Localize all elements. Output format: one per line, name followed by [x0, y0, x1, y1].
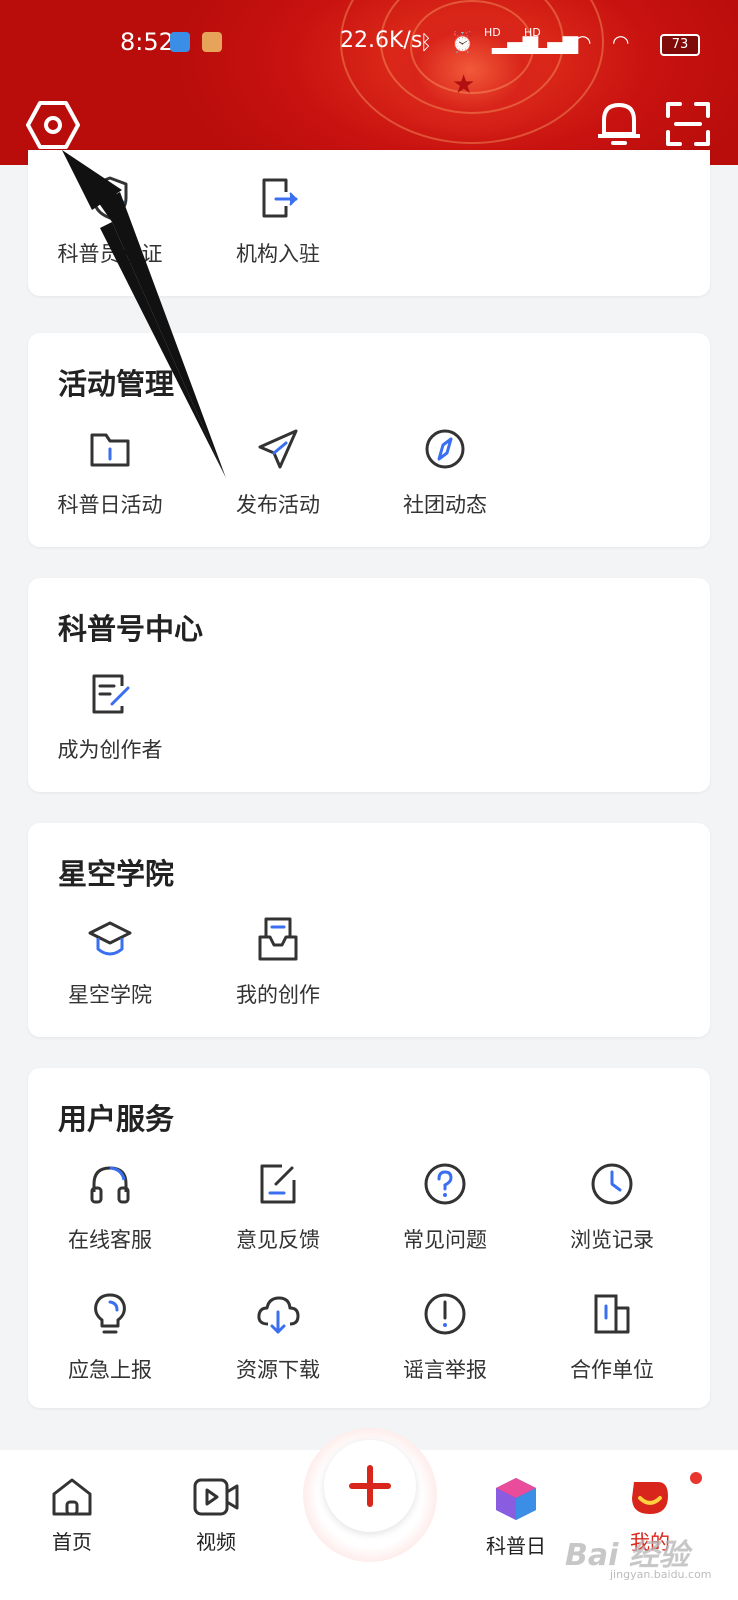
item-starry-academy[interactable]: 星空学院	[30, 915, 190, 1025]
building-icon	[594, 1294, 630, 1334]
item-my-creations[interactable]: 我的创作	[198, 915, 358, 1025]
cube-logo-icon	[496, 1478, 536, 1520]
section-title: 用户服务	[58, 1102, 175, 1136]
item-label: 在线客服	[68, 1228, 152, 1252]
item-label: 常见问题	[403, 1228, 487, 1252]
exclamation-icon	[424, 1293, 466, 1335]
settings-button[interactable]	[26, 100, 80, 150]
network-speed: 22.6K/s	[340, 28, 423, 53]
item-label: 浏览记录	[570, 1228, 654, 1252]
item-rumor-report[interactable]: 谣言举报	[365, 1290, 525, 1400]
card-account-center: 科普号中心 成为创作者	[28, 578, 710, 792]
item-label: 意见反馈	[236, 1228, 320, 1252]
card-activity: 活动管理 科普日活动 发布活动 社团动态	[28, 333, 710, 547]
folder-icon	[90, 433, 130, 467]
item-label: 应急上报	[68, 1358, 152, 1382]
nav-label: 视频	[196, 1530, 236, 1554]
nav-home[interactable]: 首页	[22, 1476, 122, 1555]
section-title: 星空学院	[58, 857, 175, 891]
edit-document-icon	[92, 674, 130, 714]
video-icon	[193, 1478, 239, 1516]
item-faq[interactable]: 常见问题	[365, 1160, 525, 1270]
item-label: 星空学院	[68, 983, 152, 1007]
home-icon	[52, 1478, 92, 1516]
bluetooth-icon: ᛒ	[420, 30, 432, 54]
item-club-news[interactable]: 社团动态	[365, 425, 525, 535]
notification-button[interactable]	[597, 100, 641, 146]
item-partners[interactable]: 合作单位	[532, 1290, 692, 1400]
nav-science-day[interactable]: 科普日	[466, 1476, 566, 1559]
settings-hexagon-icon	[26, 101, 80, 149]
card-academy: 星空学院 星空学院 我的创作	[28, 823, 710, 1037]
section-title: 科普号中心	[58, 612, 204, 646]
nav-label: 首页	[52, 1530, 92, 1554]
item-label: 发布活动	[236, 493, 320, 517]
clock-icon	[591, 1163, 633, 1205]
plus-icon	[349, 1465, 391, 1507]
item-label: 合作单位	[570, 1358, 654, 1382]
item-label: 科普日活动	[57, 493, 163, 517]
app-header: ★ 8:52 22.6K/s ᛒ ⏰ HD ▂▄▆ HD ▂▄▆ ◠ ◠ 73	[0, 0, 738, 165]
status-time: 8:52	[120, 28, 174, 56]
scan-icon	[666, 102, 710, 146]
item-feedback[interactable]: 意见反馈	[198, 1160, 358, 1270]
nav-publish-button[interactable]	[324, 1440, 416, 1532]
item-history[interactable]: 浏览记录	[532, 1160, 692, 1270]
app-notification-icon	[170, 32, 190, 52]
star-emblem-icon: ★	[452, 70, 476, 100]
nav-label: 科普日	[486, 1534, 546, 1558]
item-label: 谣言举报	[403, 1358, 487, 1382]
graduation-cap-icon	[88, 921, 132, 956]
item-label: 社团动态	[403, 493, 487, 517]
document-enter-icon	[262, 178, 298, 218]
paper-plane-icon	[258, 429, 298, 469]
shield-user-icon	[92, 176, 128, 220]
alarm-icon: ⏰	[450, 30, 475, 54]
battery-indicator: 73	[660, 34, 700, 56]
profile-mascot-icon	[632, 1482, 668, 1514]
item-resource-download[interactable]: 资源下载	[198, 1290, 358, 1400]
wifi-icon: ◠	[574, 30, 592, 54]
item-certification[interactable]: 科普员认证	[30, 174, 190, 284]
item-emergency-report[interactable]: 应急上报	[30, 1290, 190, 1400]
question-icon	[424, 1163, 466, 1205]
scan-button[interactable]	[666, 102, 710, 146]
cloud-download-icon	[257, 1296, 300, 1334]
bell-icon	[597, 103, 641, 145]
lightbulb-icon	[94, 1293, 126, 1334]
feedback-icon	[260, 1164, 296, 1204]
nav-video[interactable]: 视频	[166, 1476, 266, 1555]
section-title: 活动管理	[58, 367, 175, 401]
item-science-day-activity[interactable]: 科普日活动	[30, 425, 190, 535]
item-label: 科普员认证	[57, 242, 163, 266]
item-institution[interactable]: 机构入驻	[198, 174, 358, 284]
item-become-creator[interactable]: 成为创作者	[30, 670, 190, 780]
compass-icon	[425, 429, 465, 469]
watermark-url: jingyan.baidu.com	[610, 1568, 712, 1581]
card-user-service: 用户服务 在线客服 意见反馈 常见问题 浏览记录 应急上报 资源下载 谣言举报 …	[28, 1068, 710, 1408]
headset-icon	[90, 1166, 130, 1204]
notification-badge	[690, 1472, 702, 1484]
wifi-icon: ◠	[612, 30, 630, 54]
card-certification: 科普员认证 机构入驻	[28, 150, 710, 296]
app-notification-icon	[202, 32, 222, 52]
item-label: 成为创作者	[57, 738, 163, 762]
item-label: 机构入驻	[236, 242, 320, 266]
inbox-icon	[258, 917, 298, 961]
item-label: 资源下载	[236, 1358, 320, 1382]
item-publish-activity[interactable]: 发布活动	[198, 425, 358, 535]
status-bar: 8:52 22.6K/s ᛒ ⏰ HD ▂▄▆ HD ▂▄▆ ◠ ◠ 73	[0, 22, 738, 62]
signal-icon: ▂▄▆	[532, 30, 579, 54]
item-label: 我的创作	[236, 983, 320, 1007]
item-online-service[interactable]: 在线客服	[30, 1160, 190, 1270]
